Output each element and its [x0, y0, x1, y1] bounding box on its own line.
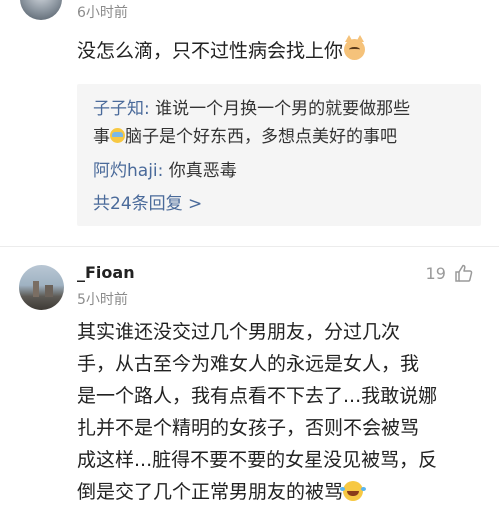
comment-text: 没怎么滴，只不过性病会找上你	[77, 35, 366, 63]
comment-line: 手，从古至今为难女人的永远是女人，我	[77, 353, 420, 375]
comment-line: 扎并不是个精明的女孩子，否则不会被骂	[77, 417, 420, 439]
reply-item-continued: 事脑子是个好东西，多想点美好的事吧	[93, 122, 397, 147]
reply-author[interactable]: 子子知:	[93, 99, 150, 119]
comment-line: 其实谁还没交过几个男朋友，分过几次	[77, 321, 401, 343]
view-more-replies-link[interactable]: 共24条回复 >	[93, 189, 202, 214]
thumbs-up-icon	[455, 264, 473, 282]
reply-text: 你真恶毒	[168, 161, 237, 181]
avatar[interactable]	[19, 265, 64, 310]
reply-text: 事	[93, 127, 110, 147]
divider	[0, 246, 499, 247]
cat-face-icon	[344, 35, 366, 60]
comment-time: 6小时前	[77, 5, 128, 21]
reply-text: 脑子是个好东西，多想点美好的事吧	[125, 127, 397, 147]
comment-thread: 6小时前 没怎么滴，只不过性病会找上你 子子知: 谁说一个月换一个男的就要做那些…	[0, 0, 499, 513]
emoji-icon	[110, 128, 125, 143]
avatar[interactable]	[20, 0, 62, 20]
like-button[interactable]: 19	[426, 264, 473, 283]
reply-text: 谁说一个月换一个男的就要做那些	[155, 99, 411, 119]
username[interactable]: _Fioan	[77, 263, 135, 282]
reply-author[interactable]: 阿灼haji:	[93, 161, 163, 181]
comment-body: 其实谁还没交过几个男朋友，分过几次 手，从古至今为难女人的永远是女人，我 是一个…	[77, 316, 487, 508]
reply-item[interactable]: 子子知: 谁说一个月换一个男的就要做那些	[93, 94, 410, 119]
comment-line-last: 倒是交了几个正常男朋友的被骂	[77, 476, 487, 508]
comment-line: 成这样...脏得不要不要的女星没见被骂，反	[77, 449, 438, 471]
comment-line: 倒是交了几个正常男朋友的被骂	[77, 481, 344, 503]
comment-line: 是一个路人，我有点看不下去了...我敢说娜	[77, 385, 438, 407]
reply-item[interactable]: 阿灼haji: 你真恶毒	[93, 156, 237, 181]
comment-text-content: 没怎么滴，只不过性病会找上你	[77, 40, 344, 62]
like-count: 19	[425, 264, 446, 283]
replies-box[interactable]: 子子知: 谁说一个月换一个男的就要做那些 事脑子是个好东西，多想点美好的事吧 阿…	[77, 84, 481, 226]
laughing-tears-icon	[340, 481, 364, 501]
comment-time: 5小时前	[77, 292, 128, 308]
